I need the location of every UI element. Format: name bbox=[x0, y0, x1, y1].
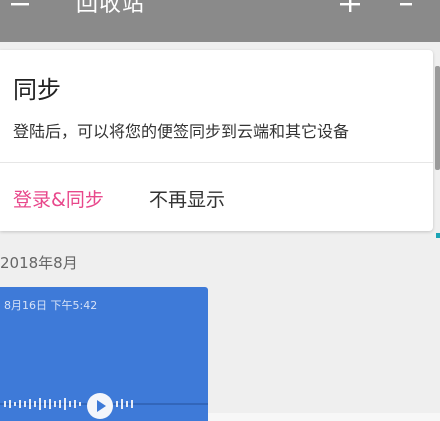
page-title: 回收站 bbox=[76, 0, 146, 17]
bottom-strip bbox=[208, 413, 440, 421]
voice-note-card[interactable]: 8月16日 下午5:42 bbox=[0, 287, 208, 421]
play-icon[interactable] bbox=[86, 392, 114, 420]
app-bar: 回收站 bbox=[0, 0, 440, 42]
menu-icon[interactable] bbox=[8, 0, 32, 16]
scrollbar[interactable] bbox=[435, 66, 440, 170]
login-sync-button[interactable]: 登录&同步 bbox=[13, 188, 104, 212]
sync-card-heading: 同步 bbox=[13, 76, 61, 104]
add-icon[interactable] bbox=[338, 0, 362, 16]
dismiss-button[interactable]: 不再显示 bbox=[149, 188, 225, 212]
edge-indicator bbox=[436, 233, 440, 238]
divider bbox=[0, 162, 433, 163]
month-section-label: 2018年8月 bbox=[0, 254, 78, 272]
recycle-bin-screen: 回收站 同步 登陆后，可以将您的便签同步到云端和其它设备 登录&同步 不再显示 … bbox=[0, 0, 440, 421]
sync-card: 同步 登陆后，可以将您的便签同步到云端和其它设备 登录&同步 不再显示 bbox=[0, 50, 433, 231]
note-date: 8月16日 下午5:42 bbox=[4, 299, 98, 312]
sort-icon[interactable] bbox=[397, 0, 421, 16]
sync-card-description: 登陆后，可以将您的便签同步到云端和其它设备 bbox=[13, 122, 350, 141]
